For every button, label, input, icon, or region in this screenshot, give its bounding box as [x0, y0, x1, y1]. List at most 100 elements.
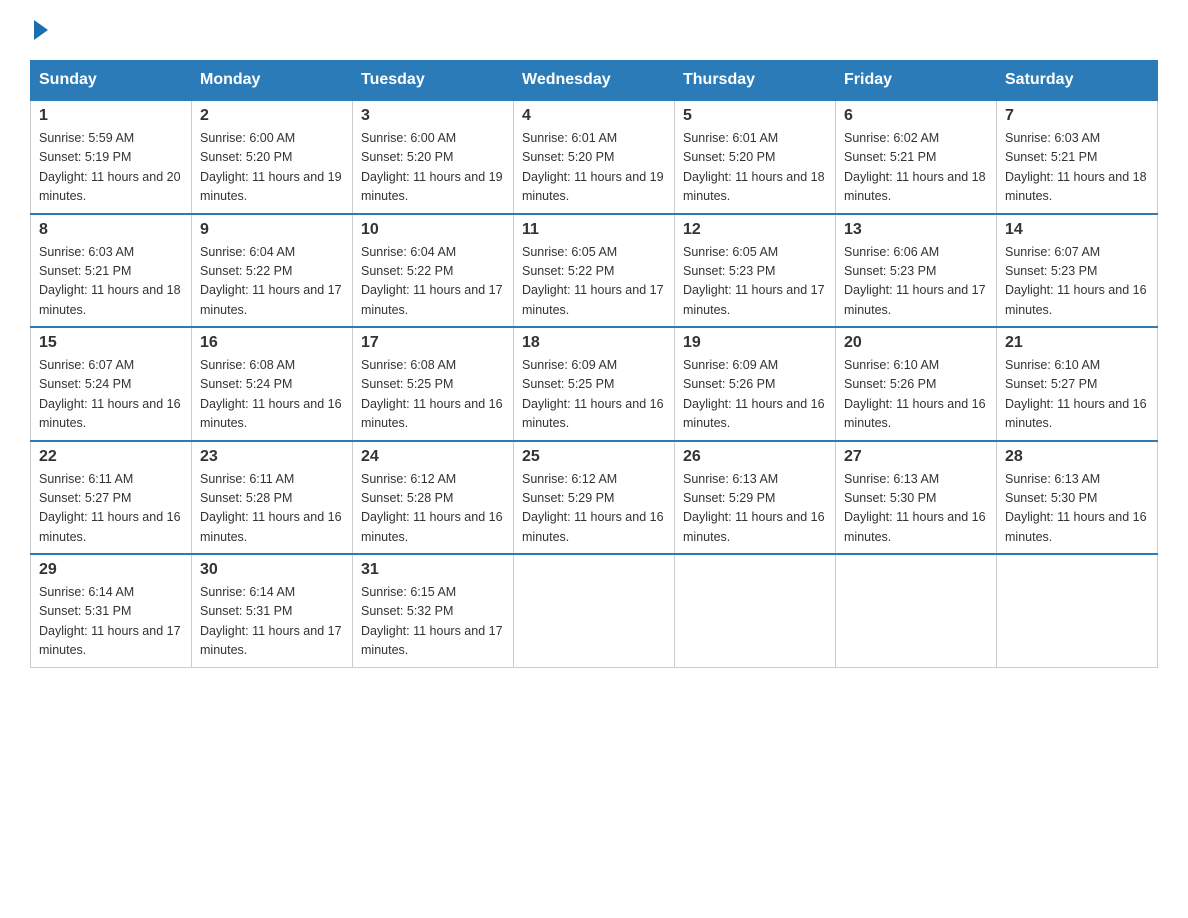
day-number: 25: [522, 448, 666, 466]
logo-arrow-icon: [34, 20, 48, 40]
day-number: 17: [361, 334, 505, 352]
calendar-week-row: 15 Sunrise: 6:07 AMSunset: 5:24 PMDaylig…: [31, 327, 1158, 441]
calendar-table: SundayMondayTuesdayWednesdayThursdayFrid…: [30, 60, 1158, 668]
page-header: [30, 20, 1158, 40]
day-number: 12: [683, 221, 827, 239]
day-info: Sunrise: 6:07 AMSunset: 5:24 PMDaylight:…: [39, 356, 183, 434]
calendar-day-cell: 10 Sunrise: 6:04 AMSunset: 5:22 PMDaylig…: [353, 214, 514, 328]
weekday-header-tuesday: Tuesday: [353, 61, 514, 101]
day-number: 5: [683, 107, 827, 125]
calendar-day-cell: 26 Sunrise: 6:13 AMSunset: 5:29 PMDaylig…: [675, 441, 836, 555]
calendar-day-cell: 15 Sunrise: 6:07 AMSunset: 5:24 PMDaylig…: [31, 327, 192, 441]
day-number: 29: [39, 561, 183, 579]
day-info: Sunrise: 6:11 AMSunset: 5:28 PMDaylight:…: [200, 470, 344, 548]
calendar-day-cell: 4 Sunrise: 6:01 AMSunset: 5:20 PMDayligh…: [514, 100, 675, 214]
weekday-header-sunday: Sunday: [31, 61, 192, 101]
calendar-day-cell: 27 Sunrise: 6:13 AMSunset: 5:30 PMDaylig…: [836, 441, 997, 555]
day-info: Sunrise: 6:14 AMSunset: 5:31 PMDaylight:…: [39, 583, 183, 661]
day-number: 28: [1005, 448, 1149, 466]
day-number: 3: [361, 107, 505, 125]
weekday-header-thursday: Thursday: [675, 61, 836, 101]
calendar-day-cell: 6 Sunrise: 6:02 AMSunset: 5:21 PMDayligh…: [836, 100, 997, 214]
calendar-day-cell: 22 Sunrise: 6:11 AMSunset: 5:27 PMDaylig…: [31, 441, 192, 555]
calendar-day-cell: 23 Sunrise: 6:11 AMSunset: 5:28 PMDaylig…: [192, 441, 353, 555]
day-info: Sunrise: 6:04 AMSunset: 5:22 PMDaylight:…: [361, 243, 505, 321]
calendar-day-cell: 29 Sunrise: 6:14 AMSunset: 5:31 PMDaylig…: [31, 554, 192, 667]
day-number: 8: [39, 221, 183, 239]
day-number: 31: [361, 561, 505, 579]
day-number: 6: [844, 107, 988, 125]
weekday-header-row: SundayMondayTuesdayWednesdayThursdayFrid…: [31, 61, 1158, 101]
calendar-week-row: 22 Sunrise: 6:11 AMSunset: 5:27 PMDaylig…: [31, 441, 1158, 555]
calendar-day-cell: 13 Sunrise: 6:06 AMSunset: 5:23 PMDaylig…: [836, 214, 997, 328]
weekday-header-monday: Monday: [192, 61, 353, 101]
day-number: 15: [39, 334, 183, 352]
calendar-week-row: 29 Sunrise: 6:14 AMSunset: 5:31 PMDaylig…: [31, 554, 1158, 667]
day-info: Sunrise: 6:08 AMSunset: 5:25 PMDaylight:…: [361, 356, 505, 434]
logo: [30, 20, 52, 40]
day-number: 7: [1005, 107, 1149, 125]
day-number: 10: [361, 221, 505, 239]
calendar-day-cell: 2 Sunrise: 6:00 AMSunset: 5:20 PMDayligh…: [192, 100, 353, 214]
day-number: 9: [200, 221, 344, 239]
day-info: Sunrise: 6:03 AMSunset: 5:21 PMDaylight:…: [1005, 129, 1149, 207]
day-info: Sunrise: 6:00 AMSunset: 5:20 PMDaylight:…: [361, 129, 505, 207]
day-info: Sunrise: 6:02 AMSunset: 5:21 PMDaylight:…: [844, 129, 988, 207]
day-number: 11: [522, 221, 666, 239]
day-info: Sunrise: 6:00 AMSunset: 5:20 PMDaylight:…: [200, 129, 344, 207]
day-number: 4: [522, 107, 666, 125]
calendar-day-cell: 3 Sunrise: 6:00 AMSunset: 5:20 PMDayligh…: [353, 100, 514, 214]
day-info: Sunrise: 6:13 AMSunset: 5:29 PMDaylight:…: [683, 470, 827, 548]
day-info: Sunrise: 6:11 AMSunset: 5:27 PMDaylight:…: [39, 470, 183, 548]
day-number: 1: [39, 107, 183, 125]
day-info: Sunrise: 6:12 AMSunset: 5:28 PMDaylight:…: [361, 470, 505, 548]
calendar-day-cell: 7 Sunrise: 6:03 AMSunset: 5:21 PMDayligh…: [997, 100, 1158, 214]
day-info: Sunrise: 5:59 AMSunset: 5:19 PMDaylight:…: [39, 129, 183, 207]
calendar-day-cell: 20 Sunrise: 6:10 AMSunset: 5:26 PMDaylig…: [836, 327, 997, 441]
calendar-day-cell: 30 Sunrise: 6:14 AMSunset: 5:31 PMDaylig…: [192, 554, 353, 667]
calendar-day-cell: [675, 554, 836, 667]
day-number: 19: [683, 334, 827, 352]
calendar-day-cell: 25 Sunrise: 6:12 AMSunset: 5:29 PMDaylig…: [514, 441, 675, 555]
day-info: Sunrise: 6:12 AMSunset: 5:29 PMDaylight:…: [522, 470, 666, 548]
calendar-day-cell: 18 Sunrise: 6:09 AMSunset: 5:25 PMDaylig…: [514, 327, 675, 441]
day-info: Sunrise: 6:06 AMSunset: 5:23 PMDaylight:…: [844, 243, 988, 321]
calendar-week-row: 8 Sunrise: 6:03 AMSunset: 5:21 PMDayligh…: [31, 214, 1158, 328]
day-number: 22: [39, 448, 183, 466]
weekday-header-friday: Friday: [836, 61, 997, 101]
day-number: 27: [844, 448, 988, 466]
day-info: Sunrise: 6:13 AMSunset: 5:30 PMDaylight:…: [1005, 470, 1149, 548]
day-info: Sunrise: 6:04 AMSunset: 5:22 PMDaylight:…: [200, 243, 344, 321]
day-info: Sunrise: 6:09 AMSunset: 5:26 PMDaylight:…: [683, 356, 827, 434]
day-info: Sunrise: 6:13 AMSunset: 5:30 PMDaylight:…: [844, 470, 988, 548]
calendar-day-cell: 8 Sunrise: 6:03 AMSunset: 5:21 PMDayligh…: [31, 214, 192, 328]
calendar-day-cell: 21 Sunrise: 6:10 AMSunset: 5:27 PMDaylig…: [997, 327, 1158, 441]
calendar-day-cell: [836, 554, 997, 667]
calendar-week-row: 1 Sunrise: 5:59 AMSunset: 5:19 PMDayligh…: [31, 100, 1158, 214]
day-number: 30: [200, 561, 344, 579]
day-number: 16: [200, 334, 344, 352]
day-info: Sunrise: 6:10 AMSunset: 5:26 PMDaylight:…: [844, 356, 988, 434]
day-info: Sunrise: 6:01 AMSunset: 5:20 PMDaylight:…: [522, 129, 666, 207]
calendar-day-cell: 31 Sunrise: 6:15 AMSunset: 5:32 PMDaylig…: [353, 554, 514, 667]
day-number: 2: [200, 107, 344, 125]
day-number: 23: [200, 448, 344, 466]
calendar-day-cell: 16 Sunrise: 6:08 AMSunset: 5:24 PMDaylig…: [192, 327, 353, 441]
day-number: 13: [844, 221, 988, 239]
calendar-day-cell: 28 Sunrise: 6:13 AMSunset: 5:30 PMDaylig…: [997, 441, 1158, 555]
day-number: 26: [683, 448, 827, 466]
day-info: Sunrise: 6:10 AMSunset: 5:27 PMDaylight:…: [1005, 356, 1149, 434]
day-number: 20: [844, 334, 988, 352]
calendar-day-cell: 11 Sunrise: 6:05 AMSunset: 5:22 PMDaylig…: [514, 214, 675, 328]
calendar-day-cell: 24 Sunrise: 6:12 AMSunset: 5:28 PMDaylig…: [353, 441, 514, 555]
weekday-header-wednesday: Wednesday: [514, 61, 675, 101]
calendar-day-cell: 14 Sunrise: 6:07 AMSunset: 5:23 PMDaylig…: [997, 214, 1158, 328]
calendar-day-cell: 5 Sunrise: 6:01 AMSunset: 5:20 PMDayligh…: [675, 100, 836, 214]
calendar-day-cell: 12 Sunrise: 6:05 AMSunset: 5:23 PMDaylig…: [675, 214, 836, 328]
day-number: 21: [1005, 334, 1149, 352]
day-number: 14: [1005, 221, 1149, 239]
day-info: Sunrise: 6:07 AMSunset: 5:23 PMDaylight:…: [1005, 243, 1149, 321]
day-number: 24: [361, 448, 505, 466]
calendar-day-cell: 1 Sunrise: 5:59 AMSunset: 5:19 PMDayligh…: [31, 100, 192, 214]
calendar-day-cell: [514, 554, 675, 667]
